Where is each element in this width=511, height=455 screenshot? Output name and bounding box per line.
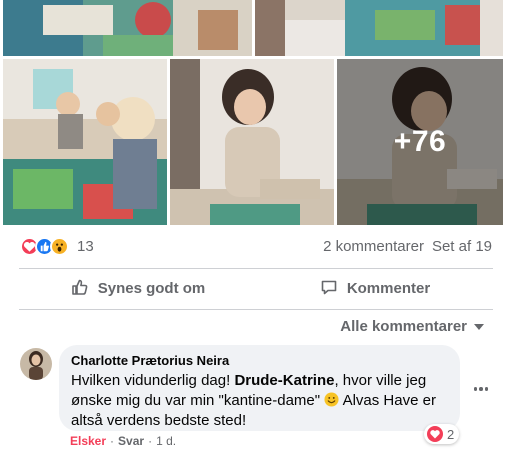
wow-icon	[50, 236, 69, 256]
post-action-bar: Synes godt om Kommenter	[19, 271, 493, 306]
smile-emoji-icon	[324, 392, 339, 407]
reaction-icons[interactable]	[20, 236, 69, 256]
comment-reaction-pill[interactable]: 2	[424, 424, 460, 444]
thumbs-up-icon	[70, 277, 90, 301]
photo-thumbnail-3[interactable]	[3, 59, 167, 225]
comment-text: Hvilken vidunderlig dag! Drude-Katrine, …	[71, 371, 448, 431]
photo-thumbnail-4[interactable]	[170, 59, 334, 225]
mention-link[interactable]: Drude-Katrine	[234, 372, 334, 389]
divider	[19, 309, 493, 310]
reply-button[interactable]: Svar	[118, 434, 144, 448]
separator: ·	[148, 434, 153, 448]
avatar[interactable]	[20, 348, 52, 380]
like-button-label: Synes godt om	[97, 280, 206, 297]
more-options-icon[interactable]	[470, 379, 492, 399]
like-button[interactable]: Synes godt om	[19, 271, 256, 306]
comment-sort-label: Alle kommentarer	[340, 318, 467, 335]
heart-icon	[427, 426, 443, 442]
comment-text-start: Hvilken vidunderlig dag!	[71, 372, 235, 389]
comment-author[interactable]: Charlotte Prætorius Neira	[71, 353, 448, 369]
comment-timestamp[interactable]: 1 d.	[156, 434, 176, 448]
photo-thumbnail-more[interactable]: +76	[337, 59, 503, 225]
separator: ·	[110, 434, 115, 448]
reaction-count[interactable]: 13	[77, 238, 94, 255]
divider	[19, 268, 493, 269]
comment-reaction-count: 2	[447, 426, 455, 442]
photo-thumbnail-1[interactable]	[3, 0, 252, 56]
seen-by-count[interactable]: Set af 19	[432, 238, 492, 255]
photo-thumbnail-2[interactable]	[255, 0, 503, 56]
comment-button[interactable]: Kommenter	[256, 271, 493, 306]
chevron-down-icon	[473, 318, 485, 335]
reactions-summary: 13 2 kommentarer Set af 19	[20, 236, 492, 256]
comment-bubble-icon	[319, 277, 339, 301]
comment-button-label: Kommenter	[346, 280, 431, 297]
more-photos-count[interactable]: +76	[337, 59, 503, 225]
love-reaction-button[interactable]: Elsker	[70, 434, 106, 448]
comment-bubble: Charlotte Prætorius Neira Hvilken vidund…	[59, 345, 460, 431]
comment-sort-dropdown[interactable]: Alle kommentarer	[340, 318, 485, 335]
comment-actions: Elsker · Svar · 1 d.	[70, 434, 176, 448]
comment-count-link[interactable]: 2 kommentarer	[323, 238, 424, 255]
